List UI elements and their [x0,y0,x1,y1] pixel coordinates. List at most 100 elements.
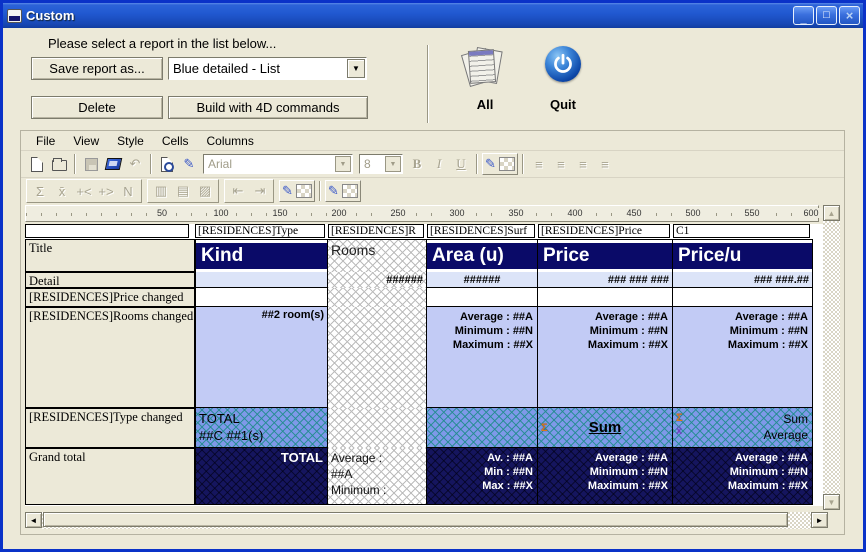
sum-button[interactable]: Σ [29,180,51,202]
titlebar[interactable]: Custom _ □ × [3,3,863,28]
cell-title-price[interactable]: Price [538,239,673,272]
cell-title-price-u[interactable]: Price/u [673,239,813,272]
text-color-button[interactable]: ✎ [482,153,518,175]
insert-after-button[interactable]: +> [95,180,117,202]
row-fill-color-button[interactable]: ✎ [325,180,361,202]
delete-button[interactable]: Delete [31,96,163,119]
row-display-button[interactable]: ▤ [172,180,194,202]
align-justify-button[interactable]: ≡ [594,153,616,175]
cell-grand-total-rooms[interactable]: Average : ##A Minimum : [328,448,427,505]
save-report-as-button[interactable]: Save report as... [31,57,163,80]
scroll-down-button[interactable]: ▼ [823,494,840,510]
insert-column-button[interactable]: ▥ [150,180,172,202]
cell-detail-price-u[interactable]: ### ###.## [673,272,813,288]
revert-button[interactable]: ↶ [124,153,146,175]
cell-rooms-changed-type[interactable]: ##2 room(s) [195,307,328,408]
scroll-right-button[interactable]: ► [811,512,828,528]
horizontal-scroll-thumb[interactable] [43,512,788,527]
insert-before-button[interactable]: +< [73,180,95,202]
row-label-rooms-changed[interactable]: [RESIDENCES]Rooms changed [25,307,195,408]
cell-grand-total-area[interactable]: Av. : ##A Min : ##N Max : ##X [427,448,538,505]
cell-title-rooms[interactable]: Rooms [328,239,427,272]
cell-price-changed-rooms[interactable] [328,288,427,307]
row-label-detail[interactable]: Detail [25,272,195,288]
cell-grand-total-type[interactable]: TOTAL [195,448,328,505]
cell-fill-color-button[interactable]: ✎ [279,180,315,202]
cell-rooms-changed-price[interactable]: Average : ##A Minimum : ##N Maximum : ##… [538,307,673,408]
new-report-button[interactable] [26,153,48,175]
destination-button[interactable]: ✎ [178,153,200,175]
cell-title-kind[interactable]: Kind [195,239,328,272]
cell-rooms-changed-area[interactable]: Average : ##A Minimum : ##N Maximum : ##… [427,307,538,408]
row-label-title[interactable]: Title [25,239,195,272]
column-header-price[interactable]: [RESIDENCES]Price [538,224,670,238]
maximize-button[interactable]: □ [816,6,837,25]
column-header-type[interactable]: [RESIDENCES]Type [195,224,325,238]
close-button[interactable]: × [839,6,860,25]
cell-price-changed-price[interactable] [538,288,673,307]
average-button[interactable]: x̄ [51,180,73,202]
cell-fill-pen-icon: ✎ [282,183,293,199]
menu-item[interactable]: Style [108,134,153,148]
cell-detail-area[interactable]: ###### [427,272,538,288]
vertical-scroll-track[interactable] [823,221,840,494]
cell-type-changed-price-sum[interactable]: Σ Sum [538,408,673,448]
cell-rooms-changed-rooms[interactable] [328,307,427,408]
underline-button[interactable]: U [450,153,472,175]
cell-type-changed-area[interactable] [427,408,538,448]
corner-header-box[interactable] [25,224,189,238]
cell-rooms-changed-price-u[interactable]: Average : ##A Minimum : ##N Maximum : ##… [673,307,813,408]
print-preview-button[interactable] [156,153,178,175]
ruler-tick-label: 600 [799,208,823,218]
cell-price-changed-price-u[interactable] [673,288,813,307]
scroll-up-button[interactable]: ▲ [823,205,840,221]
italic-button[interactable]: I [428,153,450,175]
move-column-right-button[interactable]: ⇥ [249,180,271,202]
count-button[interactable]: N [117,180,139,202]
row-label-price-changed[interactable]: [RESIDENCES]Price changed [25,288,195,307]
bold-button[interactable]: B [406,153,428,175]
column-header-rooms[interactable]: [RESIDENCES]R [328,224,424,238]
column-header-surf[interactable]: [RESIDENCES]Surf [427,224,535,238]
cell-price-changed-area[interactable] [427,288,538,307]
cell-type-changed-price-u[interactable]: Σ x̄ Sum Average [673,408,813,448]
cell-grand-total-price-u[interactable]: Average : ##A Minimum : ##N Maximum : ##… [673,448,813,505]
cell-detail-price[interactable]: ### ### ### [538,272,673,288]
cell-grand-total-price[interactable]: Average : ##A Minimum : ##N Maximum : ##… [538,448,673,505]
font-size-select[interactable]: 8 ▼ [359,154,403,174]
report-select[interactable]: Blue detailed - List ▼ [168,57,367,80]
quit-button[interactable]: Quit [531,46,595,112]
cell-detail-rooms[interactable]: ###### [328,272,427,288]
cell-detail-type[interactable] [195,272,328,288]
align-left-button[interactable]: ≡ [528,153,550,175]
minimize-button[interactable]: _ [793,6,814,25]
save-button[interactable] [80,153,102,175]
menu-item[interactable]: View [64,134,108,148]
column-header-c1[interactable]: C1 [673,224,810,238]
cell-price-changed-type[interactable] [195,288,328,307]
align-center-button[interactable]: ≡ [550,153,572,175]
open-report-button[interactable] [48,153,70,175]
horizontal-scroll-track[interactable] [42,512,811,529]
save-as-report-button[interactable] [102,153,124,175]
move-group: ⇤ ⇥ [224,179,274,203]
menu-item[interactable]: File [27,134,64,148]
align-right-button[interactable]: ≡ [572,153,594,175]
vertical-scrollbar[interactable]: ▲ ▼ [823,205,840,510]
cell-type-changed-type[interactable]: TOTAL ##C ##1(s) [195,408,328,448]
cell-title-area[interactable]: Area (u) [427,239,538,272]
horizontal-ruler[interactable]: 50100150200250300350400450500550600 [25,205,819,222]
cell-pattern-button[interactable]: ▨ [194,180,216,202]
build-with-4d-commands-button[interactable]: Build with 4D commands [168,96,368,119]
all-button[interactable]: All [453,46,517,112]
move-column-left-button[interactable]: ⇤ [227,180,249,202]
report-select-arrow-icon[interactable]: ▼ [347,59,365,78]
scroll-left-button[interactable]: ◄ [25,512,42,528]
horizontal-scrollbar[interactable]: ◄ ► [25,512,828,529]
row-label-type-changed[interactable]: [RESIDENCES]Type changed [25,408,195,448]
row-label-grand-total[interactable]: Grand total [25,448,195,505]
font-select[interactable]: Arial ▼ [203,154,353,174]
cell-type-changed-rooms[interactable] [328,408,427,448]
menu-item[interactable]: Cells [153,134,198,148]
menu-item[interactable]: Columns [198,134,263,148]
